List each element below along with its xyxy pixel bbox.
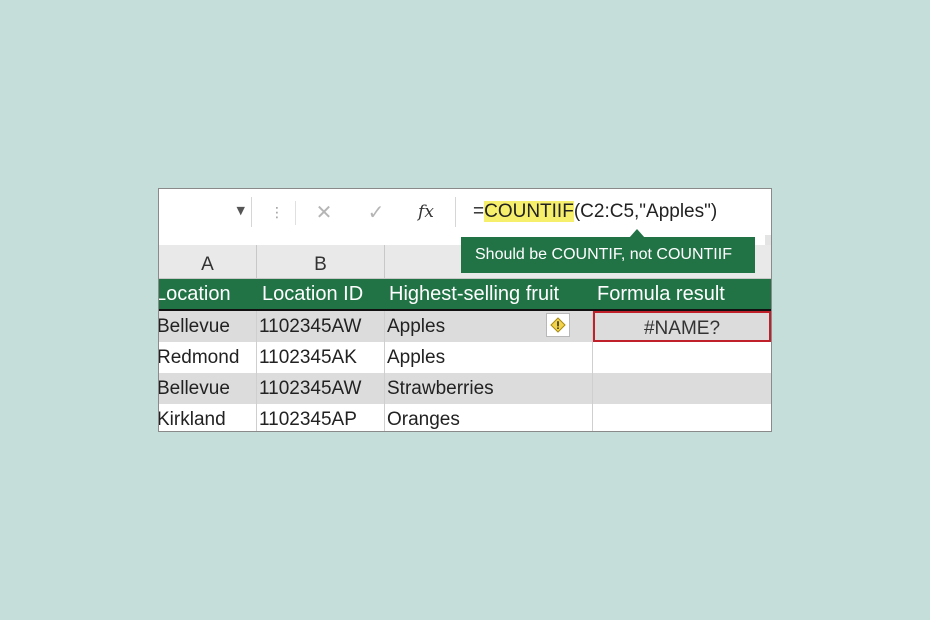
header-location-id[interactable]: Location ID (262, 279, 382, 309)
cell-location[interactable]: Redmond (159, 342, 257, 373)
drag-handle-icon[interactable]: ⋮ (259, 201, 296, 225)
cell-location[interactable]: Bellevue (159, 311, 257, 342)
cell-location-id[interactable]: 1102345AW (257, 373, 385, 404)
insert-function-icon[interactable]: fx (411, 199, 441, 225)
error-tooltip: Should be COUNTIF, not COUNTIIF (461, 237, 755, 273)
table-row: Kirkland 1102345AP Oranges (159, 404, 771, 431)
warning-diamond-glyph (550, 317, 566, 333)
table-row: Bellevue 1102345AW Apples #NAME? (159, 311, 771, 342)
header-fruit[interactable]: Highest-selling fruit (389, 279, 594, 309)
spreadsheet-window: ▼ ⋮ ✕ ✓ fx =COUNTIIF(C2:C5,"Apples") Sho… (158, 188, 772, 432)
formula-bar-divider (455, 197, 456, 227)
table-header-row: Location Location ID Highest-selling fru… (159, 279, 771, 311)
check-icon[interactable]: ✓ (361, 199, 391, 225)
cell-formula-result[interactable] (593, 342, 771, 373)
formula-input[interactable]: =COUNTIIF(C2:C5,"Apples") (473, 199, 717, 225)
formula-function-name: COUNTIIF (484, 201, 574, 222)
cell-location[interactable]: Kirkland (159, 404, 257, 431)
chevron-down-icon[interactable]: ▼ (237, 204, 245, 217)
formula-arguments: (C2:C5,"Apples") (573, 201, 718, 222)
cell-location-id[interactable]: 1102345AP (257, 404, 385, 431)
warning-diamond-icon[interactable] (546, 313, 570, 337)
cell-formula-result[interactable] (593, 404, 771, 431)
formula-bar: ▼ ⋮ ✕ ✓ fx =COUNTIIF(C2:C5,"Apples") (159, 189, 771, 235)
cell-location-id[interactable]: 1102345AW (257, 311, 385, 342)
formula-prefix: = (473, 201, 485, 222)
cell-location-id[interactable]: 1102345AK (257, 342, 385, 373)
column-header-a[interactable]: A (159, 245, 257, 278)
cell-fruit[interactable]: Strawberries (385, 373, 593, 404)
table-row: Bellevue 1102345AW Strawberries (159, 373, 771, 404)
header-location[interactable]: Location (159, 279, 255, 309)
cell-fruit[interactable]: Oranges (385, 404, 593, 431)
cell-formula-result[interactable] (593, 373, 771, 404)
name-box[interactable]: ▼ (159, 197, 252, 227)
cell-formula-result[interactable]: #NAME? (593, 311, 771, 342)
close-icon[interactable]: ✕ (309, 199, 339, 225)
column-header-b[interactable]: B (257, 245, 385, 278)
cell-fruit[interactable]: Apples (385, 342, 593, 373)
cell-location[interactable]: Bellevue (159, 373, 257, 404)
header-formula-result[interactable]: Formula result (597, 279, 771, 309)
table-row: Redmond 1102345AK Apples (159, 342, 771, 373)
